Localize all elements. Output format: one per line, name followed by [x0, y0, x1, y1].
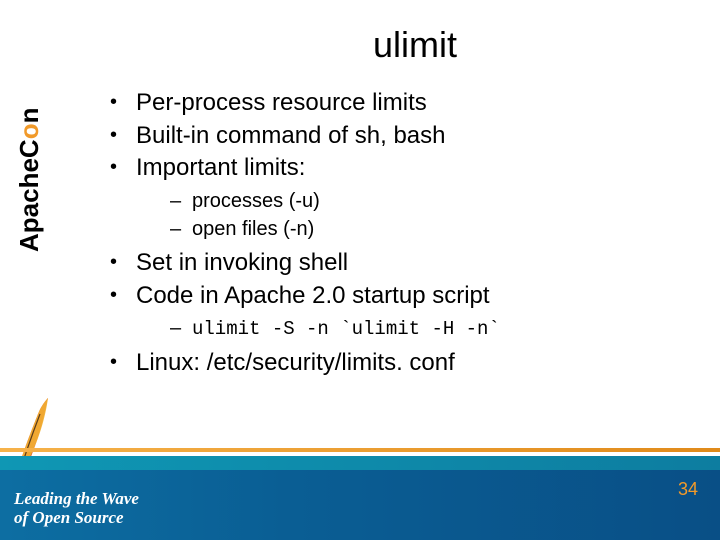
tagline-line2: of Open Source [14, 508, 124, 527]
code-snippet: ulimit -S -n `ulimit -H -n` [192, 318, 500, 340]
apachecon-wordmark-vertical: ApacheCon [0, 12, 60, 258]
sub-bullet-list: processes (-u) open files (-n) [170, 188, 690, 242]
sub-bullet-item: processes (-u) [170, 188, 690, 214]
footer-stripe-teal [0, 456, 720, 470]
bullet-item: Built-in command of sh, bash [110, 121, 690, 152]
sub-bullet-list: ulimit -S -n `ulimit -H -n` [170, 315, 690, 342]
tagline-line1: Leading the Wave [14, 489, 139, 508]
bullet-list: Per-process resource limits Built-in com… [110, 88, 690, 379]
bullet-item: Per-process resource limits [110, 88, 690, 119]
brand-text-head: ApacheC [14, 139, 44, 252]
bullet-item: Set in invoking shell [110, 248, 690, 279]
bullet-text: Important limits: [136, 154, 305, 181]
footer-stripe-orange [0, 448, 720, 452]
sub-bullet-item: ulimit -S -n `ulimit -H -n` [170, 315, 690, 342]
brand-text-tail: n [14, 108, 44, 124]
bullet-item: Code in Apache 2.0 startup script ulimit… [110, 281, 690, 343]
bullet-text: Code in Apache 2.0 startup script [136, 282, 490, 309]
footer-body: Leading the Wave of Open Source [0, 470, 720, 540]
slide-footer: Leading the Wave of Open Source 34 [0, 448, 720, 540]
slide-title: ulimit [80, 24, 690, 66]
sub-bullet-item: open files (-n) [170, 216, 690, 242]
brand-text-accent: o [14, 123, 44, 139]
slide-content: ulimit Per-process resource limits Built… [80, 10, 690, 381]
page-number: 34 [678, 479, 698, 500]
footer-tagline: Leading the Wave of Open Source [14, 489, 139, 528]
bullet-item: Linux: /etc/security/limits. conf [110, 348, 690, 379]
bullet-item: Important limits: processes (-u) open fi… [110, 153, 690, 242]
